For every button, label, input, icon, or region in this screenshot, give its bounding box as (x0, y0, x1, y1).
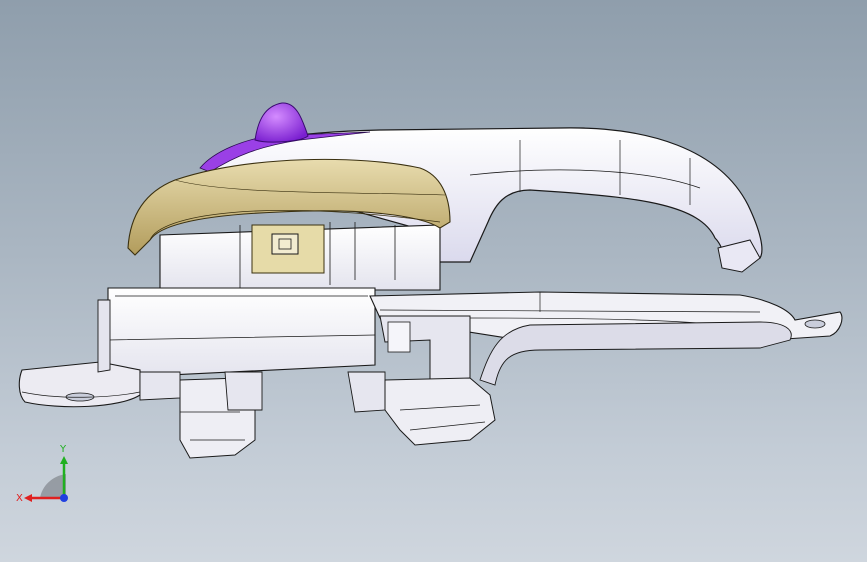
z-axis-dot (60, 494, 68, 502)
terminal-lower-right (384, 377, 496, 446)
reference-triad: X Y (16, 444, 68, 504)
label-window (271, 233, 299, 255)
center-block-slot (387, 321, 411, 353)
x-axis-head (24, 494, 32, 502)
cad-model[interactable] (0, 0, 867, 562)
base-housing (107, 287, 376, 379)
y-axis-label: Y (59, 444, 67, 455)
terminal-mid-2 (224, 371, 263, 411)
y-axis-head (60, 456, 68, 464)
x-axis-label: X (16, 493, 23, 504)
knob[interactable] (254, 102, 309, 143)
triad-plane (40, 474, 66, 498)
left-post (97, 299, 111, 373)
right-arm-hole (804, 319, 826, 329)
terminal-right (347, 371, 386, 413)
flat-arm-rail (479, 321, 792, 386)
terminal-mid (139, 371, 181, 401)
graphics-viewport[interactable]: X Y (0, 0, 867, 562)
